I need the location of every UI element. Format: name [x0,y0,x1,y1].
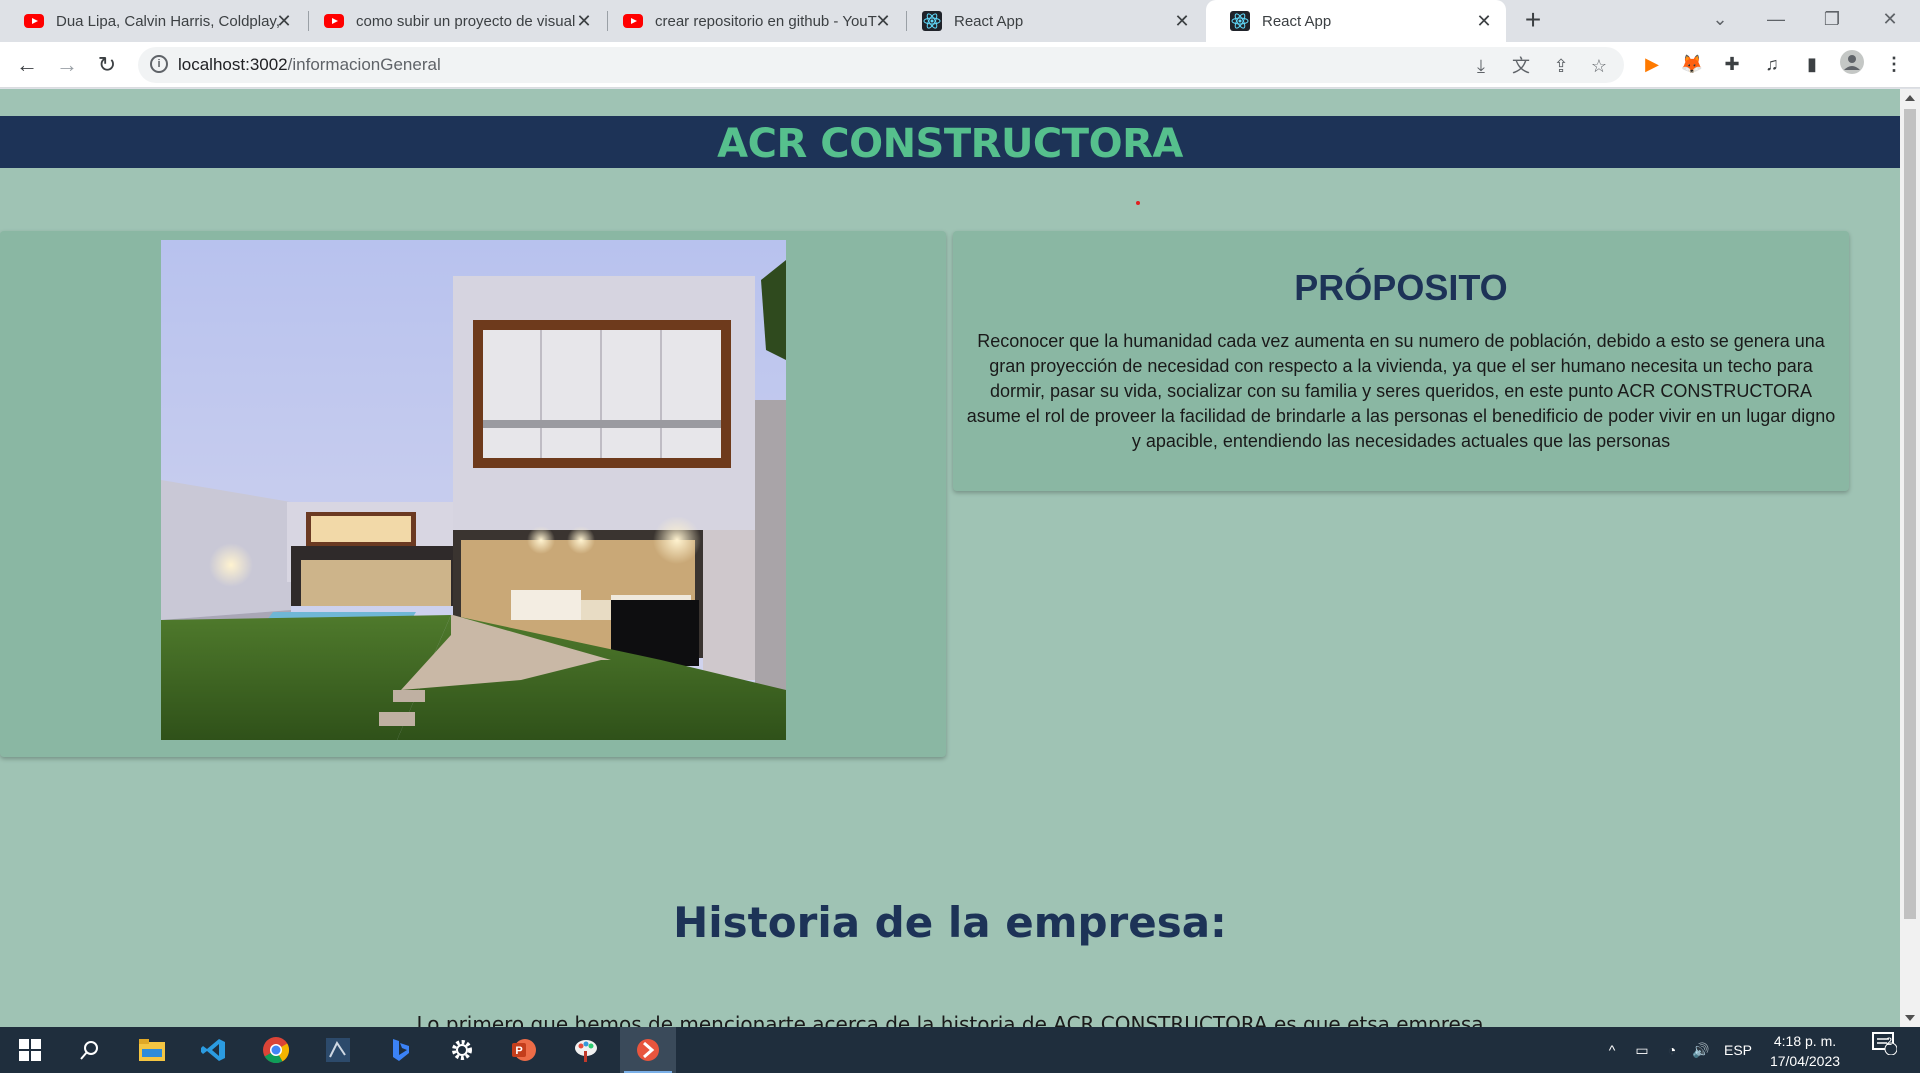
youtube-icon [24,11,44,31]
tab-react-app-active[interactable]: React App ✕ [1206,0,1506,42]
house-photo [161,240,786,740]
tab-title: crear repositorio en github - YouT [655,12,877,30]
profile-avatar-icon[interactable] [1838,50,1866,78]
purpose-title: PRÓPOSITO [1294,267,1508,308]
extension-play-icon[interactable]: ▶ [1638,50,1666,78]
metamask-fox-icon[interactable]: 🦊 [1678,50,1706,78]
extensions-puzzle-icon[interactable]: ✚ [1718,50,1746,78]
paint-icon[interactable] [558,1027,614,1073]
side-panel-icon[interactable]: ▮ [1798,50,1826,78]
tab-react-app[interactable]: React App ✕ [898,0,1204,42]
tab-title: como subir un proyecto de visual [356,12,576,30]
page-scrollbar[interactable] [1900,89,1920,1027]
svg-text:P: P [515,1045,522,1057]
url-text[interactable]: localhost:3002/informacionGeneral [178,55,441,75]
browser-toolbar: ← → ↻ i localhost:3002/informacionGenera… [0,42,1920,88]
sql-server-icon[interactable] [310,1027,366,1073]
url-host: localhost:3002 [178,55,288,74]
close-tab-icon[interactable]: ✕ [1172,11,1192,31]
clock-time: 4:18 p. m. [1773,1033,1837,1049]
media-control-icon[interactable]: ♫ [1758,50,1786,78]
browser-menu-icon[interactable]: ⋮ [1880,50,1908,78]
windows-taskbar: P ^ ▭ ◔ 🔊 ESP 4:18 p. m. 17/04/2023 2 [0,1027,1920,1073]
close-tab-icon[interactable]: ✕ [574,11,594,31]
close-tab-icon[interactable]: ✕ [1474,11,1494,31]
chrome-icon[interactable] [248,1027,304,1073]
history-title: Historia de la empresa: [673,898,1227,947]
start-windows-icon[interactable] [2,1027,58,1073]
tab-title: React App [954,12,1024,30]
scrollbar-thumb[interactable] [1904,109,1916,919]
notification-count: 2 [1886,1036,1893,1048]
battery-icon[interactable]: ▭ [1630,1027,1654,1073]
react-icon [1230,11,1250,31]
stray-dot [1136,201,1140,205]
search-icon[interactable] [62,1027,118,1073]
file-explorer-icon[interactable] [124,1027,180,1073]
restore-button[interactable]: ❐ [1804,0,1860,40]
install-app-icon[interactable]: ⤓ [1470,55,1492,77]
notifications-icon[interactable]: 2 [1866,1027,1902,1073]
history-text: Lo primero que hemos de mencionarte acer… [416,1012,1484,1027]
url-path: /informacionGeneral [287,55,441,74]
language-indicator[interactable]: ESP [1720,1027,1756,1073]
new-tab-button[interactable]: + [1518,6,1548,36]
settings-gear-icon[interactable] [434,1027,490,1073]
tab-strip: Dua Lipa, Calvin Harris, Coldplay, ✕ com… [0,0,1920,42]
close-tab-icon[interactable]: ✕ [873,11,893,31]
vscode-icon[interactable] [186,1027,242,1073]
purpose-text: Reconocer que la humanidad cada vez aume… [966,331,1836,451]
bing-copilot-icon[interactable] [372,1027,428,1073]
forward-button[interactable]: → [52,50,82,80]
close-tab-icon[interactable]: ✕ [274,11,294,31]
back-button[interactable]: ← [12,50,42,80]
scroll-up-arrow-icon[interactable] [1905,95,1915,101]
site-header: ACR CONSTRUCTORA [0,116,1900,168]
tab-search-chevron-icon[interactable]: ⌄ [1692,0,1748,40]
wifi-icon[interactable]: ◔ [1660,1027,1684,1073]
tab-youtube-subir-proyecto[interactable]: como subir un proyecto de visual ✕ [300,0,606,42]
tab-youtube-repositorio[interactable]: crear repositorio en github - YouT ✕ [599,0,905,42]
brand-title: ACR CONSTRUCTORA [717,121,1183,167]
show-hidden-icons-chevron-icon[interactable]: ^ [1600,1027,1624,1073]
page-viewport: ACR CONSTRUCTORA PRÓPOSITO Reconocer que… [0,89,1900,1027]
purpose-card: PRÓPOSITO Reconocer que la humanidad cad… [953,231,1849,491]
tab-title: React App [1262,12,1332,30]
bookmark-star-icon[interactable]: ☆ [1588,55,1610,77]
volume-icon[interactable]: 🔊 [1688,1027,1714,1073]
clock[interactable]: 4:18 p. m. 17/04/2023 [1760,1031,1850,1071]
react-icon [922,11,942,31]
site-info-icon[interactable]: i [150,55,168,73]
tab-title: Dua Lipa, Calvin Harris, Coldplay, [56,12,280,30]
clock-date: 17/04/2023 [1769,1053,1841,1069]
minimize-button[interactable]: — [1748,0,1804,40]
reload-button[interactable]: ↻ [92,50,122,80]
translate-icon[interactable]: 文 [1510,55,1532,77]
postman-app-icon[interactable] [620,1027,676,1073]
address-bar[interactable]: i localhost:3002/informacionGeneral ⤓ 文 … [138,47,1624,83]
scroll-down-arrow-icon[interactable] [1905,1015,1915,1021]
tab-youtube-dua-lipa[interactable]: Dua Lipa, Calvin Harris, Coldplay, ✕ [0,0,306,42]
share-icon[interactable]: ⇪ [1550,55,1572,77]
powerpoint-icon[interactable]: P [496,1027,552,1073]
close-window-button[interactable]: ✕ [1862,0,1918,40]
youtube-icon [324,11,344,31]
youtube-icon [623,11,643,31]
